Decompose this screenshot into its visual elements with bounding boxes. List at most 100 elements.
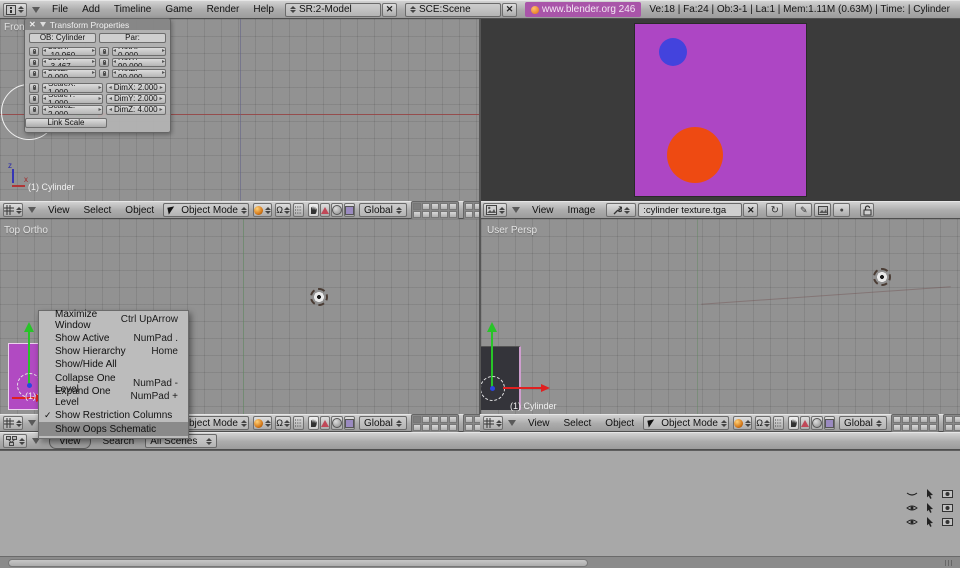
panel-collapse-icon[interactable] bbox=[40, 22, 46, 27]
lock-locx-icon[interactable] bbox=[29, 47, 39, 57]
layer-buttons-group1[interactable] bbox=[411, 414, 459, 433]
pin-button[interactable] bbox=[860, 203, 874, 217]
outliner-body[interactable] bbox=[0, 450, 960, 557]
rotate-widget-button[interactable] bbox=[320, 203, 330, 217]
image-name-field[interactable]: :cylinder texture.tga bbox=[638, 203, 742, 217]
menu-timeline[interactable]: Timeline bbox=[114, 4, 151, 15]
collapse-arrow-icon[interactable] bbox=[512, 207, 520, 213]
lock-locz-icon[interactable] bbox=[29, 69, 39, 79]
lock-scalez-icon[interactable] bbox=[29, 105, 39, 115]
dimx-field[interactable]: ◂DimX: 2.000▸ bbox=[106, 83, 167, 93]
lock-scaley-icon[interactable] bbox=[29, 94, 39, 104]
version-button[interactable]: www.blender.org 246 bbox=[525, 2, 641, 17]
lock-rotx-icon[interactable] bbox=[99, 47, 109, 57]
eye-closed-icon[interactable] bbox=[905, 489, 918, 499]
menu-item-show-oops-schematic[interactable]: Show Oops Schematic bbox=[39, 422, 188, 436]
panel-close-icon[interactable]: ✕ bbox=[29, 20, 36, 29]
lock-locy-icon[interactable] bbox=[29, 58, 39, 68]
uv-image-editor[interactable] bbox=[481, 19, 960, 201]
eye-open-icon[interactable] bbox=[905, 503, 918, 513]
menu-game[interactable]: Game bbox=[165, 4, 192, 15]
rotx-field[interactable]: ◂RotX: 0.000▸ bbox=[112, 47, 166, 57]
scale-widget-button[interactable] bbox=[811, 416, 823, 430]
texture-paint-button[interactable]: ✎ bbox=[795, 203, 812, 217]
dimy-field[interactable]: ◂DimY: 2.000▸ bbox=[106, 94, 167, 104]
ob-name-field[interactable]: OB: Cylinder bbox=[29, 33, 96, 43]
cursor-arrow-icon[interactable] bbox=[923, 503, 936, 513]
collapse-arrow-icon[interactable] bbox=[508, 420, 516, 426]
lock-roty-icon[interactable] bbox=[99, 58, 109, 68]
menu-item-expand-one-level[interactable]: Expand One Level NumPad + bbox=[39, 390, 188, 403]
menu-item-show-active[interactable]: Show Active NumPad . bbox=[39, 332, 188, 345]
menu-image[interactable]: Image bbox=[568, 205, 596, 216]
editor-type-button[interactable] bbox=[3, 434, 27, 448]
collapse-arrow-icon[interactable] bbox=[32, 7, 40, 13]
menu-help[interactable]: Help bbox=[253, 4, 274, 15]
render-restrict-icon[interactable] bbox=[941, 517, 954, 527]
layer-buttons-group2[interactable] bbox=[943, 414, 960, 433]
pivot-widget-button[interactable] bbox=[344, 416, 355, 430]
texture-image[interactable] bbox=[635, 24, 806, 196]
scalez-field[interactable]: ◂ScaleZ: 2.000▸ bbox=[42, 105, 103, 115]
cursor-arrow-icon[interactable] bbox=[923, 489, 936, 499]
manipulator-button[interactable]: Ω bbox=[755, 416, 771, 430]
mode-dropdown[interactable]: Object Mode bbox=[643, 416, 729, 430]
menu-item-show-hierarchy[interactable]: Show Hierarchy Home bbox=[39, 345, 188, 358]
collapse-arrow-icon[interactable] bbox=[28, 207, 36, 213]
editor-type-button[interactable] bbox=[483, 416, 503, 430]
menu-object[interactable]: Object bbox=[605, 418, 634, 429]
pivot-widget-button[interactable] bbox=[344, 203, 355, 217]
image-preview-button[interactable] bbox=[814, 203, 831, 217]
translate-widget-button[interactable] bbox=[308, 416, 319, 430]
3d-cursor[interactable] bbox=[873, 268, 891, 286]
eye-open-icon[interactable] bbox=[905, 517, 918, 527]
rotz-field[interactable]: ◂RotZ: 90.000▸ bbox=[112, 69, 166, 79]
orientation-dropdown[interactable]: Global bbox=[839, 416, 887, 430]
image-browse-button[interactable] bbox=[606, 203, 636, 217]
menu-item-maximize-window[interactable]: Maximize Window Ctrl UpArrow bbox=[39, 313, 188, 326]
menu-render[interactable]: Render bbox=[207, 4, 240, 15]
screen-selector[interactable]: SR:2-Model bbox=[285, 3, 381, 17]
lock-scalex-icon[interactable] bbox=[29, 83, 39, 93]
menu-item-show-restriction-columns[interactable]: ✓ Show Restriction Columns bbox=[39, 409, 188, 422]
menu-object[interactable]: Object bbox=[125, 205, 154, 216]
collapse-arrow-icon[interactable] bbox=[28, 420, 36, 426]
orientation-dropdown[interactable]: Global bbox=[359, 203, 407, 217]
scrollbar-thumb[interactable] bbox=[8, 559, 588, 567]
manipulator-axes-button[interactable] bbox=[293, 416, 304, 430]
menu-view[interactable]: View bbox=[528, 418, 550, 429]
window-type-button[interactable] bbox=[3, 3, 27, 17]
menu-view[interactable]: View bbox=[532, 205, 554, 216]
menu-select[interactable]: Select bbox=[84, 205, 112, 216]
image-close-button[interactable]: ✕ bbox=[743, 203, 758, 217]
translate-widget-button[interactable] bbox=[788, 416, 799, 430]
menu-add[interactable]: Add bbox=[82, 4, 100, 15]
scale-widget-button[interactable] bbox=[331, 416, 343, 430]
layer-buttons-group1[interactable] bbox=[411, 201, 459, 220]
layer-buttons-group1[interactable] bbox=[891, 414, 939, 433]
scene-selector[interactable]: SCE:Scene bbox=[405, 3, 501, 17]
manipulator-axes-button[interactable] bbox=[773, 416, 784, 430]
panel-header[interactable]: ✕ Transform Properties bbox=[25, 19, 170, 30]
locy-field[interactable]: ◂LocY: -3.467▸ bbox=[42, 58, 96, 68]
mode-dropdown[interactable]: Object Mode bbox=[163, 203, 249, 217]
menu-view[interactable]: View bbox=[48, 205, 70, 216]
lock-rotz-icon[interactable] bbox=[99, 69, 109, 79]
record-button[interactable]: ● bbox=[833, 203, 850, 217]
editor-type-button[interactable] bbox=[3, 416, 23, 430]
screen-close-button[interactable]: ✕ bbox=[382, 3, 397, 17]
render-restrict-icon[interactable] bbox=[941, 503, 954, 513]
draw-type-button[interactable] bbox=[253, 203, 272, 217]
parent-field[interactable]: Par: bbox=[99, 33, 166, 43]
editor-type-button[interactable] bbox=[483, 203, 507, 217]
orientation-dropdown[interactable]: Global bbox=[359, 416, 407, 430]
menu-item-show-hide-all[interactable]: Show/Hide All bbox=[39, 358, 188, 371]
horizontal-scrollbar[interactable] bbox=[0, 556, 960, 568]
translate-widget-button[interactable] bbox=[308, 203, 319, 217]
scaley-field[interactable]: ◂ScaleY: 1.000▸ bbox=[42, 94, 103, 104]
manipulator-button[interactable]: Ω bbox=[275, 203, 291, 217]
dimz-field[interactable]: ◂DimZ: 4.000▸ bbox=[106, 105, 167, 115]
manipulator-button[interactable]: Ω bbox=[275, 416, 291, 430]
locz-field[interactable]: ◂LocZ: 0.000▸ bbox=[42, 69, 96, 79]
menu-file[interactable]: File bbox=[52, 4, 68, 15]
